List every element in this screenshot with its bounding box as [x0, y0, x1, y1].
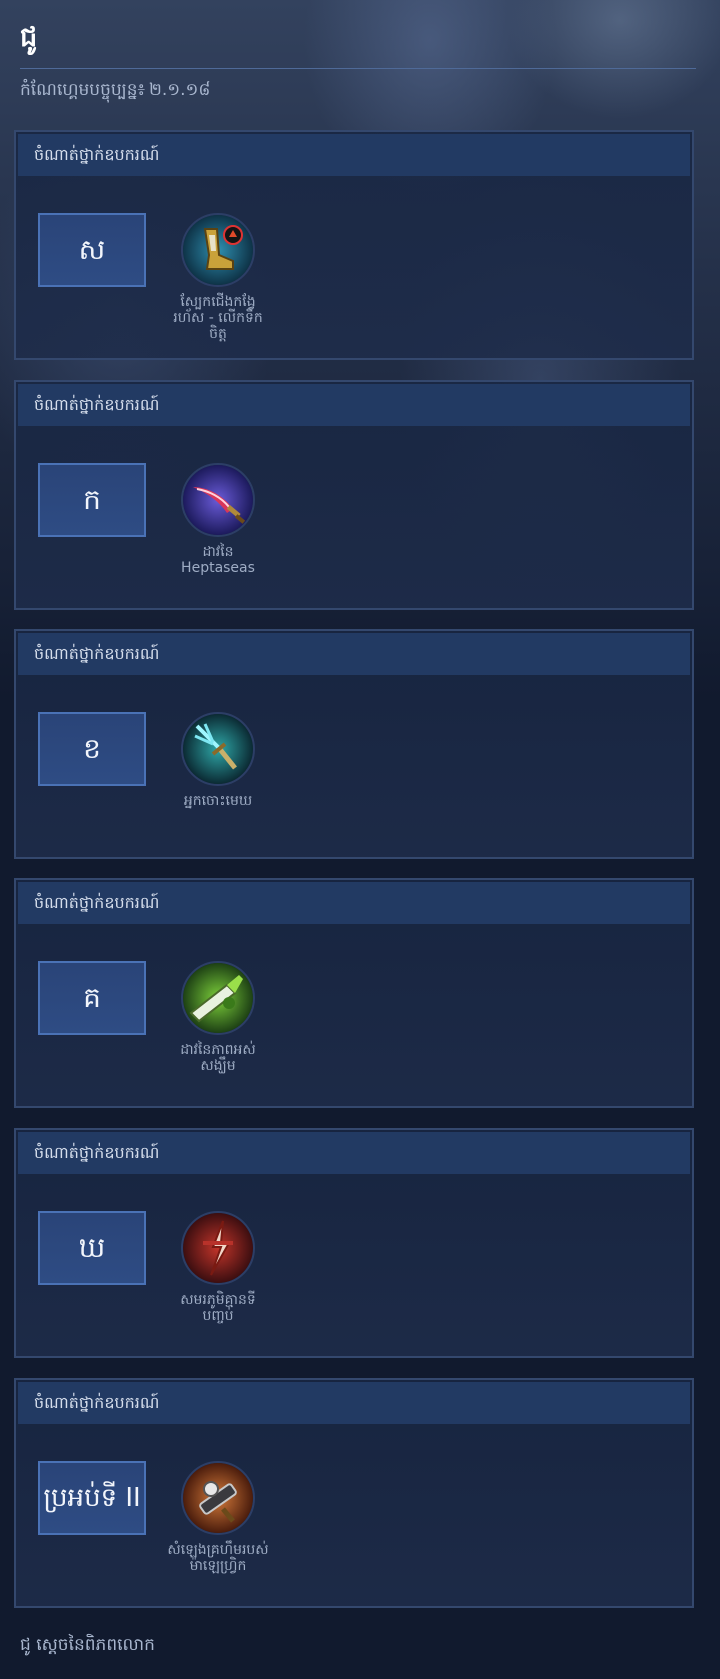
patch-version: កំណែហ្គេមបច្ចុប្បន្ន៖ ២.១.១៨: [20, 79, 696, 104]
item-name: ដាវនៃ Heptaseas: [181, 544, 255, 576]
card-section-title: ចំណាត់ថ្នាក់ឧបករណ៍: [18, 882, 690, 924]
page-header: ជូ កំណែហ្គេមបច្ចុប្បន្ន៖ ២.១.១៨: [20, 18, 696, 104]
patch-label: កំណែហ្គេមបច្ចុប្បន្ន៖: [20, 80, 146, 100]
card-section-title: ចំណាត់ថ្នាក់ឧបករណ៍: [18, 633, 690, 675]
footer-hero-subtitle: ស្តេចនៃពិភពលោក: [36, 1635, 155, 1655]
tier-badge: គ: [38, 961, 146, 1035]
tier-card-3: ចំណាត់ថ្នាក់ឧបករណ៍ ខ អ្នកចោះមេឃ: [14, 629, 694, 859]
footer-hero-name: ជូ: [20, 1635, 31, 1655]
tier-card-6: ចំណាត់ថ្នាក់ឧបករណ៍ ប្រអប់ទី II សំឡេងគ្រហ…: [14, 1378, 694, 1608]
item-name: ស្បែកជើងកង្វែរហ័ស - លើកទឹកចិត្ត: [173, 294, 263, 342]
tier-card-2: ចំណាត់ថ្នាក់ឧបករណ៍ ក ដាវនៃ Heptaseas: [14, 380, 694, 610]
endless-battle-icon[interactable]: [181, 1211, 255, 1285]
heptaseas-blade-icon[interactable]: [181, 463, 255, 537]
patch-number: ២.១.១៨: [149, 80, 211, 100]
footer-hero-title: ជូ ស្តេចនៃពិភពលោក: [20, 1634, 155, 1659]
tier-card-4: ចំណាត់ថ្នាក់ឧបករណ៍ គ ដាវនៃភាពអស់សង្ឃឹម: [14, 878, 694, 1108]
item-name: អ្នកចោះមេឃ: [183, 793, 253, 809]
tier-badge: ប្រអប់ទី II: [38, 1461, 146, 1535]
card-section-title: ចំណាត់ថ្នាក់ឧបករណ៍: [18, 1382, 690, 1424]
tier-card-5: ចំណាត់ថ្នាក់ឧបករណ៍ ឃ សមរភូមិគ្មានទីបញ្ចប…: [14, 1128, 694, 1358]
card-section-title: ចំណាត់ថ្នាក់ឧបករណ៍: [18, 1132, 690, 1174]
tier-badge: ខ: [38, 712, 146, 786]
card-section-title: ចំណាត់ថ្នាក់ឧបករណ៍: [18, 384, 690, 426]
title-divider: [20, 68, 696, 69]
card-section-title: ចំណាត់ថ្នាក់ឧបករណ៍: [18, 134, 690, 176]
item-name: សំឡេងគ្រហឹមរបស់ម៉ាឡេហ្វ្រិក: [167, 1542, 269, 1574]
swift-boots-icon[interactable]: [181, 213, 255, 287]
tier-badge: ឃ: [38, 1211, 146, 1285]
item-name: ដាវនៃភាពអស់សង្ឃឹម: [180, 1042, 256, 1074]
tier-card-1: ចំណាត់ថ្នាក់ឧបករណ៍ ស ស្បែកជើងកង្វែរហ័ស -…: [14, 130, 694, 360]
tier-badge: ក: [38, 463, 146, 537]
blade-of-despair-icon[interactable]: [181, 961, 255, 1035]
malefic-roar-icon[interactable]: [181, 1461, 255, 1535]
sky-piercer-icon[interactable]: [181, 712, 255, 786]
item-name: សមរភូមិគ្មានទីបញ្ចប់: [180, 1292, 256, 1324]
tier-badge: ស: [38, 213, 146, 287]
hero-title: ជូ: [20, 22, 38, 53]
